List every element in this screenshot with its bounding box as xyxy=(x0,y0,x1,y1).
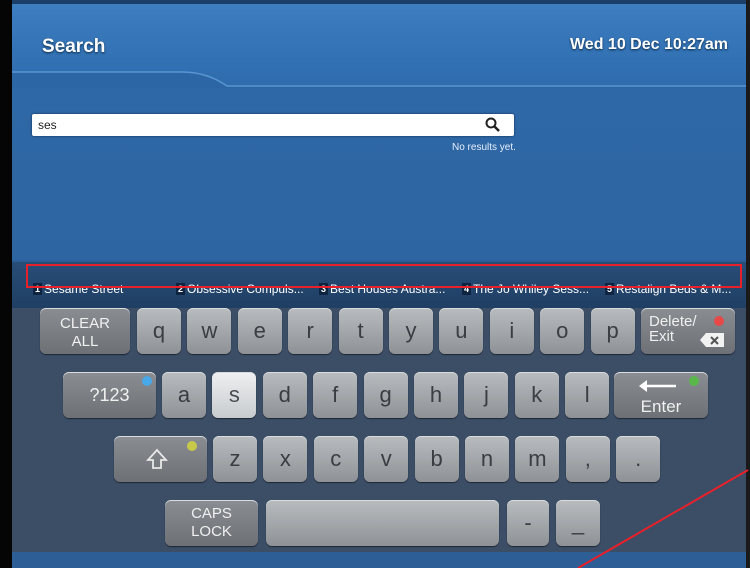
key-label: y xyxy=(405,318,417,343)
key-label: v xyxy=(380,446,392,471)
key-l[interactable]: l xyxy=(565,372,610,418)
key-k[interactable]: k xyxy=(514,372,559,418)
key-label: x xyxy=(279,446,291,471)
key-r[interactable]: r xyxy=(288,308,333,354)
date-time: Wed 10 Dec 10:27am xyxy=(569,36,728,53)
key-b[interactable]: b xyxy=(414,436,459,482)
key-e[interactable]: e xyxy=(237,308,282,354)
symbols-label: ?123 xyxy=(89,385,130,405)
caps-label-2: LOCK xyxy=(191,523,232,540)
key-label: r xyxy=(306,318,314,343)
key-i[interactable]: i xyxy=(489,308,534,354)
key-label: j xyxy=(483,382,489,407)
key-label: h xyxy=(429,382,443,407)
underscore-key[interactable]: _ xyxy=(556,500,600,546)
search-status: No results yet. xyxy=(452,142,516,153)
clear-all-label-2: ALL xyxy=(71,333,99,350)
key-label: n xyxy=(480,446,494,471)
key-a[interactable]: a xyxy=(162,372,206,418)
key-label: z xyxy=(229,446,241,471)
key-y[interactable]: y xyxy=(389,308,433,354)
key-x[interactable]: x xyxy=(263,436,308,482)
blue-dot-icon xyxy=(142,376,152,386)
key-s[interactable]: s xyxy=(212,372,257,418)
backspace-icon xyxy=(700,333,724,347)
key-label: b xyxy=(430,446,443,471)
key-t[interactable]: t xyxy=(338,308,383,354)
key-label: e xyxy=(253,318,266,343)
key-label: c xyxy=(330,446,342,471)
key-n[interactable]: n xyxy=(465,436,509,482)
key-label: i xyxy=(509,318,515,343)
key-d[interactable]: d xyxy=(262,372,307,418)
key-o[interactable]: o xyxy=(540,308,585,354)
space-key[interactable] xyxy=(266,500,499,546)
key-label: o xyxy=(556,318,569,343)
key-label: m xyxy=(528,446,547,471)
dash-label: - xyxy=(524,510,532,535)
key-label: t xyxy=(357,318,364,343)
key-g[interactable]: g xyxy=(363,372,408,418)
page-title: Search xyxy=(42,36,106,57)
key-label: l xyxy=(584,382,590,407)
key-label: d xyxy=(278,382,291,407)
search-value: ses xyxy=(38,118,57,132)
key-label: . xyxy=(635,446,642,471)
dash-key[interactable]: - xyxy=(507,500,549,546)
green-dot-icon xyxy=(689,376,699,386)
key-v[interactable]: v xyxy=(364,436,409,482)
enter-label: Enter xyxy=(640,397,682,416)
key-q[interactable]: q xyxy=(137,308,181,354)
up-arrow-icon xyxy=(146,448,168,469)
key-label: g xyxy=(379,382,392,407)
bottom-strip xyxy=(12,552,746,568)
key-z[interactable]: z xyxy=(213,436,257,482)
right-border xyxy=(746,0,750,568)
underscore-label: _ xyxy=(571,510,585,535)
suggestions-highlight xyxy=(26,264,742,288)
key-c[interactable]: c xyxy=(313,436,358,482)
key-w[interactable]: w xyxy=(187,308,232,354)
key-label: a xyxy=(177,382,191,407)
search-icon[interactable] xyxy=(484,116,502,134)
caps-label-1: CAPS xyxy=(191,505,232,522)
clear-all-key[interactable]: CLEAR ALL xyxy=(40,308,130,354)
search-input[interactable]: ses xyxy=(32,114,514,136)
delete-exit-key[interactable]: Delete/ Exit xyxy=(641,308,735,354)
key-label: u xyxy=(455,318,468,343)
key-label: q xyxy=(152,318,166,343)
key-u[interactable]: u xyxy=(439,308,484,354)
key-period[interactable]: . xyxy=(616,436,661,482)
key-p[interactable]: p xyxy=(590,308,635,354)
key-f[interactable]: f xyxy=(313,372,358,418)
key-label: k xyxy=(531,382,543,407)
clear-all-label-1: CLEAR xyxy=(59,315,111,332)
red-dot-icon xyxy=(714,316,724,326)
key-j[interactable]: j xyxy=(464,372,509,418)
key-label: f xyxy=(332,382,339,407)
caps-lock-key[interactable]: CAPS LOCK xyxy=(165,500,258,546)
key-label: w xyxy=(201,318,218,343)
key-label: s xyxy=(228,382,240,407)
key-h[interactable]: h xyxy=(414,372,458,418)
key-comma[interactable]: , xyxy=(565,436,610,482)
key-m[interactable]: m xyxy=(515,436,560,482)
left-border xyxy=(0,0,12,568)
key-label: , xyxy=(584,446,591,471)
key-label: p xyxy=(606,318,619,343)
yellow-dot-icon xyxy=(187,441,197,451)
